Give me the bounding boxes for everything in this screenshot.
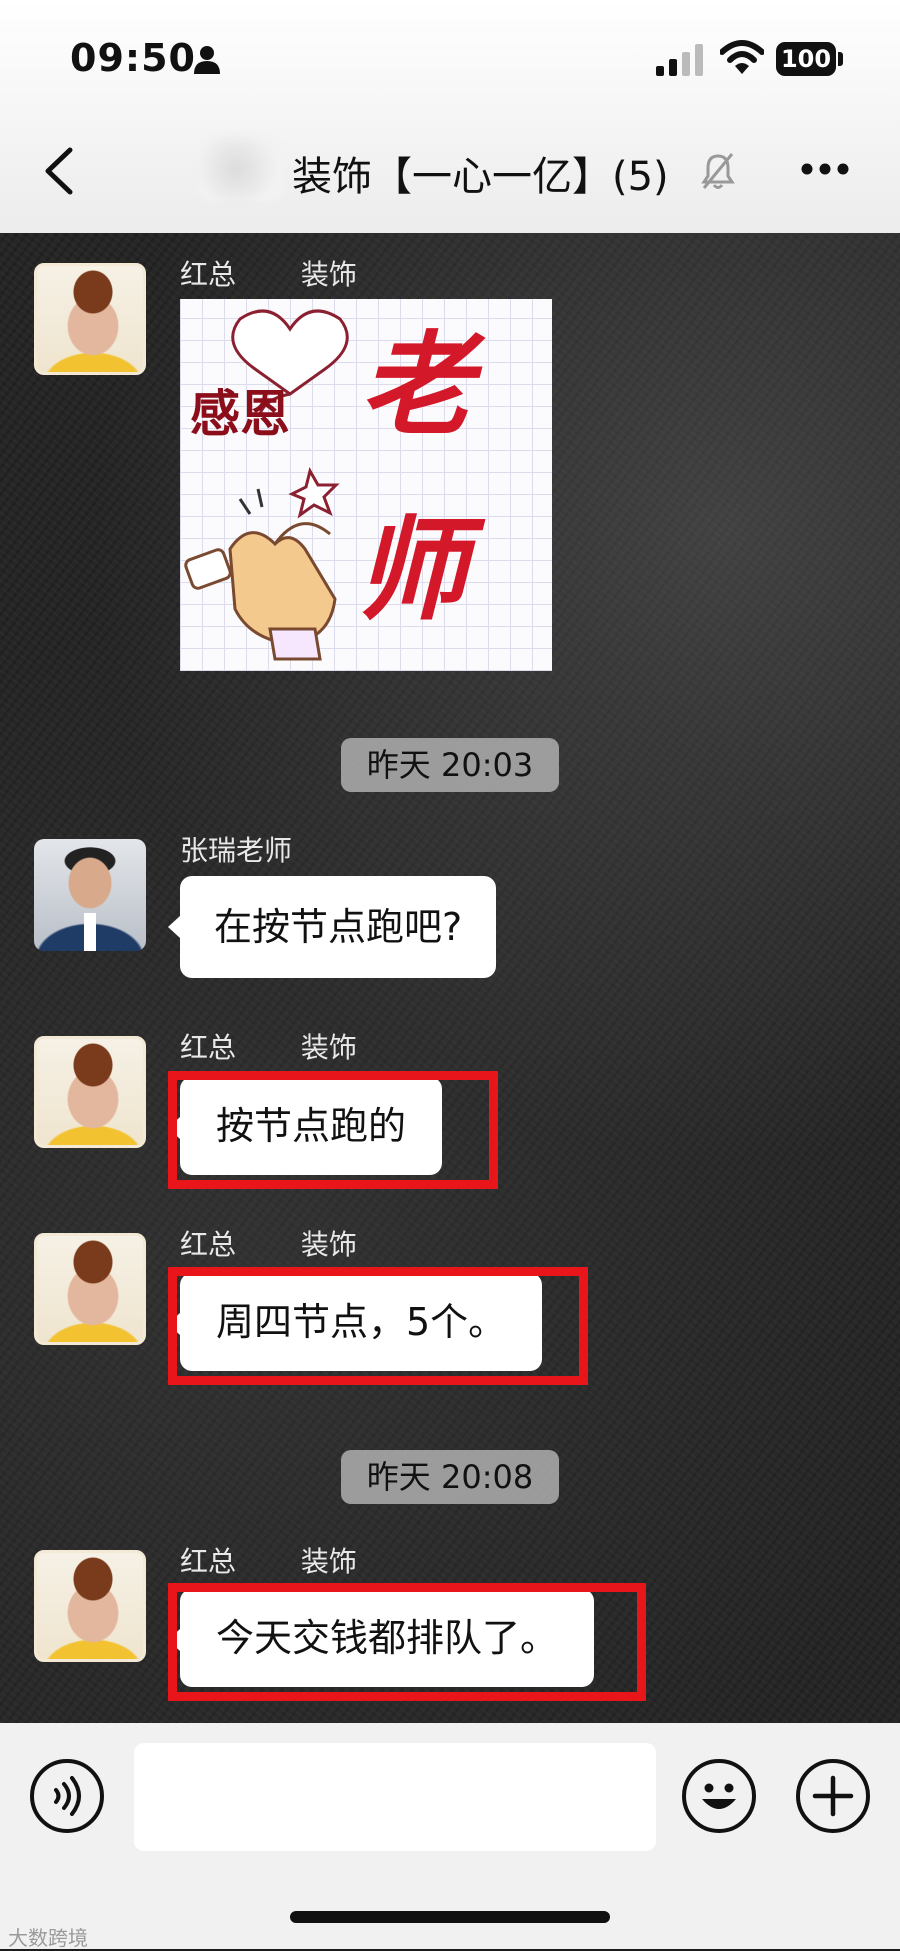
input-bar: [0, 1723, 900, 1949]
sender-name: 张瑞老师: [180, 834, 293, 867]
sticker-text-gan-en: 感恩: [190, 385, 290, 443]
sticker-text-shi: 师: [355, 506, 486, 636]
watermark: 大数跨境: [8, 1926, 88, 1950]
voice-icon: [54, 1776, 81, 1816]
sender-name: 红总 装饰: [180, 1031, 357, 1064]
status-time: 09:50: [70, 36, 196, 80]
home-indicator: [290, 1911, 610, 1923]
mute-bell-icon: [701, 153, 735, 189]
sticker-image[interactable]: 感恩 老 师: [180, 299, 552, 671]
highlight-box: [168, 1267, 588, 1385]
wifi-icon: [720, 40, 764, 74]
emoji-icon: [702, 1783, 736, 1809]
plus-button[interactable]: [796, 1759, 870, 1833]
emoji-button[interactable]: [682, 1759, 756, 1833]
timestamp-chip: 昨天 20:08: [341, 1450, 559, 1504]
avatar-hong[interactable]: [34, 1550, 146, 1662]
group-avatar: [198, 136, 284, 202]
sender-name: 红总 装饰: [180, 1228, 357, 1261]
battery-icon: 100: [776, 42, 836, 76]
message-bubble[interactable]: 在按节点跑吧?: [167, 876, 497, 978]
voice-button[interactable]: [30, 1759, 104, 1833]
message-input[interactable]: [134, 1743, 656, 1851]
avatar-hong[interactable]: [34, 1036, 146, 1148]
avatar-hong[interactable]: [34, 263, 146, 375]
highlight-box: [168, 1071, 498, 1189]
highlight-box: [168, 1583, 646, 1701]
sender-name: 红总 装饰: [180, 258, 357, 291]
avatar-zhang[interactable]: [34, 839, 146, 951]
chat-area[interactable]: 红总 装饰 感恩 老 师 昨天 20:03 张瑞老师 在按节点跑吧? 红总 装饰…: [0, 233, 900, 1723]
top-bar: 09:50 100 装饰【一心一亿】(5): [0, 0, 900, 233]
avatar-hong[interactable]: [34, 1233, 146, 1345]
plus-icon: [812, 1775, 854, 1817]
battery-tip: [838, 52, 843, 66]
timestamp-chip: 昨天 20:03: [341, 738, 559, 792]
back-icon[interactable]: [42, 146, 76, 196]
signal-icon: [656, 44, 703, 76]
person-icon: [194, 46, 220, 74]
chat-title: 装饰【一心一亿】(5): [292, 154, 669, 200]
sticker-art: 感恩 老 师: [184, 309, 486, 661]
sender-name: 红总 装饰: [180, 1545, 357, 1578]
more-icon[interactable]: [800, 162, 850, 176]
sticker-text-lao: 老: [360, 321, 486, 451]
